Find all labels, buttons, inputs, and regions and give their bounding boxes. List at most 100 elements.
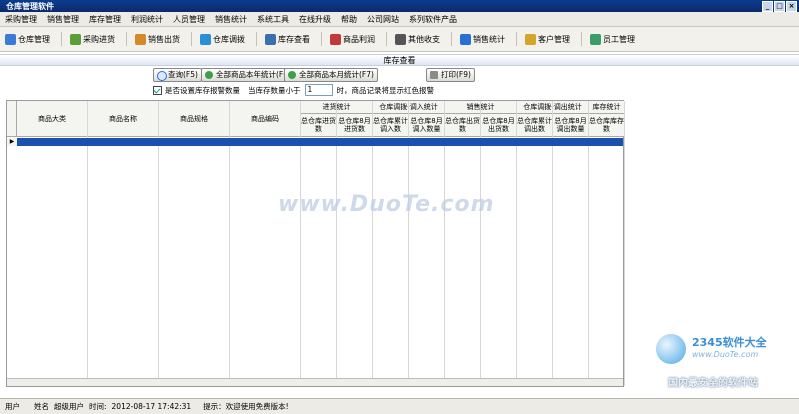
toolbar-button[interactable]: 其他收支 [392, 30, 443, 48]
column-header[interactable]: 商品名称 [88, 101, 159, 137]
stock-alert-checkbox[interactable] [153, 85, 162, 95]
stock-alert-options: 是否设置库存报警数量 当库存数量小于 1 时，商品记录将显示红色报警 [153, 84, 434, 96]
close-button[interactable]: × [786, 1, 797, 12]
stock-grid[interactable]: 商品大类商品名称商品规格商品编码进货统计总仓库进货数总仓库8月进货数仓库调拨-调… [6, 100, 625, 387]
column-header[interactable]: 总仓库进货数 [301, 114, 337, 137]
menu-item[interactable]: 系列软件产品 [404, 14, 462, 25]
toolbar-button[interactable]: 客户管理 [522, 30, 573, 48]
menu-item[interactable]: 采购管理 [0, 14, 42, 25]
toolbar-button-label: 销售出货 [148, 34, 180, 44]
year-stats-label: 全部商品本年统计(F6) [216, 70, 291, 79]
column-group-header[interactable]: 库存统计 [589, 101, 625, 114]
status-time: 2012-08-17 17:42:31 [111, 402, 192, 411]
stock-alert-prefix: 当库存数量小于 [248, 85, 301, 95]
purchase-icon [70, 33, 81, 45]
toolbar-separator [256, 32, 257, 46]
menu-item[interactable]: 利润统计 [126, 14, 168, 25]
panel-title: 库存查看 [383, 56, 416, 65]
toolbar-button-label: 客户管理 [538, 34, 570, 44]
window-title: 仓库管理软件 [6, 2, 54, 11]
menu-item[interactable]: 帮助 [336, 14, 362, 25]
status-bar: 用户 姓名 超级用户 时间: 2012-08-17 17:42:31 提示：欢迎… [0, 398, 799, 414]
customer-icon [525, 33, 536, 45]
toolbar-button[interactable]: 商品利润 [327, 30, 378, 48]
column-header[interactable]: 商品规格 [159, 101, 230, 137]
column-header[interactable]: 总仓库8月出货数 [481, 114, 517, 137]
toolbar-button[interactable]: 销售统计 [457, 30, 508, 48]
column-divider [624, 101, 625, 386]
toolbar-button-label: 商品利润 [343, 34, 375, 44]
query-button-label: 查询(F5) [168, 70, 198, 79]
sales-icon [135, 33, 146, 45]
column-group-header[interactable]: 销售统计 [445, 101, 517, 114]
toolbar-button[interactable]: 员工管理 [587, 30, 638, 48]
printer-icon [430, 71, 438, 79]
toolbar-button-label: 采购进货 [83, 34, 115, 44]
month-stats-label: 全部商品本月统计(F7) [299, 70, 374, 79]
column-header[interactable]: 总仓库8月进货数 [337, 114, 373, 137]
toolbar-separator [126, 32, 127, 46]
logo-url: www.DuoTe.com [692, 350, 759, 359]
column-group-header[interactable]: 仓库调拨-调出统计 [517, 101, 589, 114]
column-header[interactable]: 商品大类 [17, 101, 88, 137]
status-tip: 提示：欢迎使用免费版本! [203, 402, 289, 411]
check-icon [288, 71, 296, 79]
column-group-header[interactable]: 仓库调拨-调入统计 [373, 101, 445, 114]
window-controls: _ □ × [762, 1, 797, 12]
menu-item[interactable]: 公司网站 [362, 14, 404, 25]
print-button[interactable]: 打印(F9) [426, 68, 475, 82]
panel-header: 库存查看 [0, 54, 799, 66]
toolbar-button[interactable]: 采购进货 [67, 30, 118, 48]
logo-icon [656, 334, 686, 364]
menu-item[interactable]: 销售管理 [42, 14, 84, 25]
menu-item[interactable]: 销售统计 [210, 14, 252, 25]
stock-alert-suffix: 时，商品记录将显示红色报警 [336, 85, 435, 95]
column-header[interactable]: 商品编码 [230, 101, 301, 137]
column-header[interactable]: 总仓库累计调入数 [373, 114, 409, 137]
toolbar-button[interactable]: 销售出货 [132, 30, 183, 48]
stock-icon [265, 33, 276, 45]
transfer-icon [200, 33, 211, 45]
toolbar-button[interactable]: 库存查看 [262, 30, 313, 48]
warehouse-icon [5, 33, 16, 45]
horizontal-scrollbar[interactable] [7, 378, 623, 386]
toolbar-button-label: 员工管理 [603, 34, 635, 44]
column-group-header[interactable]: 进货统计 [301, 101, 373, 114]
toolbar-separator [191, 32, 192, 46]
menu-item[interactable]: 库存管理 [84, 14, 126, 25]
toolbar-separator [321, 32, 322, 46]
toolbar-separator [451, 32, 452, 46]
logo-name: 2345软件大全 [692, 336, 767, 349]
toolbar-separator [581, 32, 582, 46]
toolbar-separator [516, 32, 517, 46]
status-user-label: 用户 [5, 402, 20, 411]
menu-item[interactable]: 系统工具 [252, 14, 294, 25]
column-header[interactable]: 总仓库出货数 [445, 114, 481, 137]
toolbar-separator [386, 32, 387, 46]
column-header[interactable]: 总仓库8月调出数量 [553, 114, 589, 137]
print-button-label: 打印(F9) [441, 70, 471, 79]
query-button[interactable]: 查询(F5) [153, 68, 202, 82]
menu-item[interactable]: 人员管理 [168, 14, 210, 25]
toolbar-button[interactable]: 仓库管理 [2, 30, 53, 48]
stock-alert-quantity-input[interactable]: 1 [304, 84, 333, 96]
status-name-label: 姓名 [34, 402, 49, 411]
column-header[interactable]: 总仓库库存数 [589, 114, 625, 137]
minimize-button[interactable]: _ [762, 1, 773, 12]
selected-row[interactable] [17, 138, 623, 146]
column-header[interactable]: 总仓库累计调出数 [517, 114, 553, 137]
check-icon [205, 71, 213, 79]
toolbar: 仓库管理 采购进货 销售出货 仓库调拨 库存查看 商品利润 其他收支 销售统计 客户管理 员工管理 [0, 27, 799, 52]
column-header[interactable]: 总仓库8月调入数量 [409, 114, 445, 137]
toolbar-button[interactable]: 仓库调拨 [197, 30, 248, 48]
toolbar-button-label: 仓库调拨 [213, 34, 245, 44]
year-stats-button[interactable]: 全部商品本年统计(F6) [201, 68, 295, 82]
maximize-button[interactable]: □ [774, 1, 785, 12]
staff-icon [590, 33, 601, 45]
month-stats-button[interactable]: 全部商品本月统计(F7) [284, 68, 378, 82]
ledger-icon [395, 33, 406, 45]
title-bar: 仓库管理软件 _ □ × [0, 0, 799, 12]
status-user-name: 超级用户 [54, 402, 84, 411]
search-icon [157, 71, 167, 81]
menu-item[interactable]: 在线升级 [294, 14, 336, 25]
